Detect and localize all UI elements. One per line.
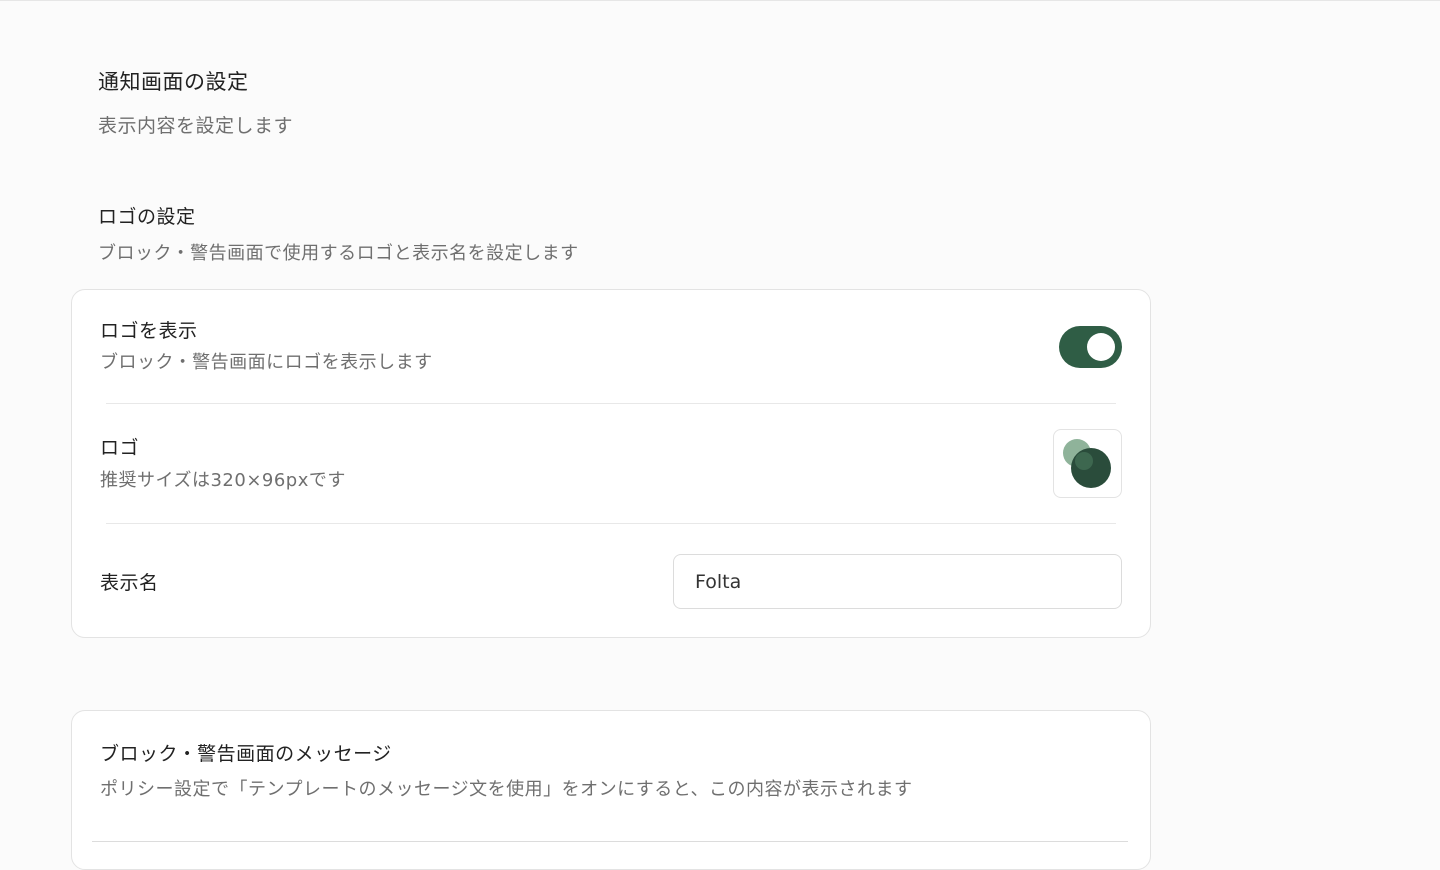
show-logo-label: ロゴを表示 [100,320,198,342]
display-name-input[interactable] [673,554,1122,609]
message-section-description: ポリシー設定で「テンプレートのメッセージ文を使用」をオンにすると、この内容が表示… [100,779,913,800]
show-logo-description: ブロック・警告画面にロゴを表示します [100,352,433,373]
logo-upload-button[interactable] [1053,429,1122,498]
logo-section-description: ブロック・警告画面で使用するロゴと表示名を設定します [98,243,579,264]
top-border [0,0,1440,1]
folta-logo-icon [1063,439,1111,488]
divider [106,403,1116,404]
logo-section-title: ロゴの設定 [98,206,196,228]
page-subtitle: 表示内容を設定します [98,115,294,137]
message-section-title: ブロック・警告画面のメッセージ [100,743,392,765]
display-name-label: 表示名 [100,572,159,594]
toggle-knob [1087,333,1115,361]
message-textarea-border [92,841,1128,842]
show-logo-toggle[interactable] [1059,326,1122,368]
logo-settings-card: ロゴを表示 ブロック・警告画面にロゴを表示します ロゴ 推奨サイズは320×96… [71,289,1151,638]
divider [106,523,1116,524]
logo-description: 推奨サイズは320×96pxです [100,470,346,491]
message-settings-card: ブロック・警告画面のメッセージ ポリシー設定で「テンプレートのメッセージ文を使用… [71,710,1151,870]
page-title: 通知画面の設定 [98,70,249,94]
logo-label: ロゴ [100,437,140,459]
